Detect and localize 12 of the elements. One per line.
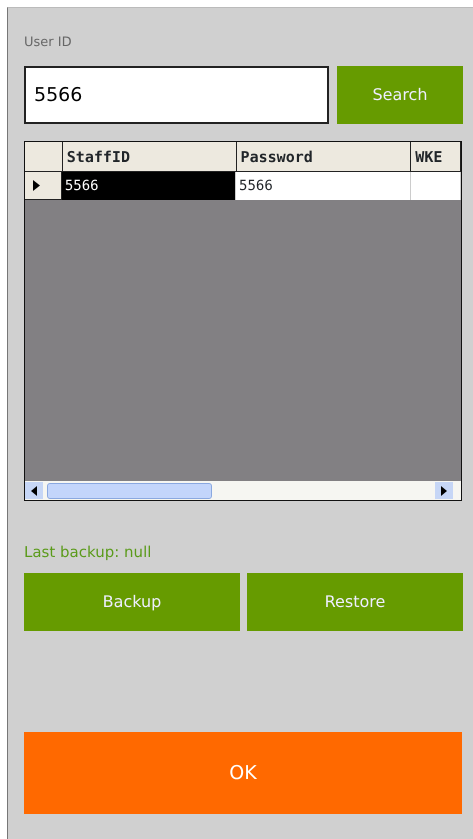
scroll-right-icon[interactable] xyxy=(441,486,447,496)
column-header[interactable]: WKE xyxy=(411,142,461,172)
field-label: User ID xyxy=(24,34,73,52)
scroll-left-icon[interactable] xyxy=(31,486,37,496)
user-id-field[interactable]: 5566 xyxy=(24,66,329,124)
column-header[interactable]: Password xyxy=(236,142,412,172)
column-header[interactable]: StaffID xyxy=(62,142,237,172)
last-backup-text: Last backup: null xyxy=(24,542,152,563)
horizontal-scrollbar[interactable] xyxy=(25,481,461,500)
table-cell[interactable]: 5566 xyxy=(62,172,236,200)
scroll-thumb[interactable] xyxy=(47,482,212,498)
table-cell[interactable]: 5566 xyxy=(236,172,412,200)
